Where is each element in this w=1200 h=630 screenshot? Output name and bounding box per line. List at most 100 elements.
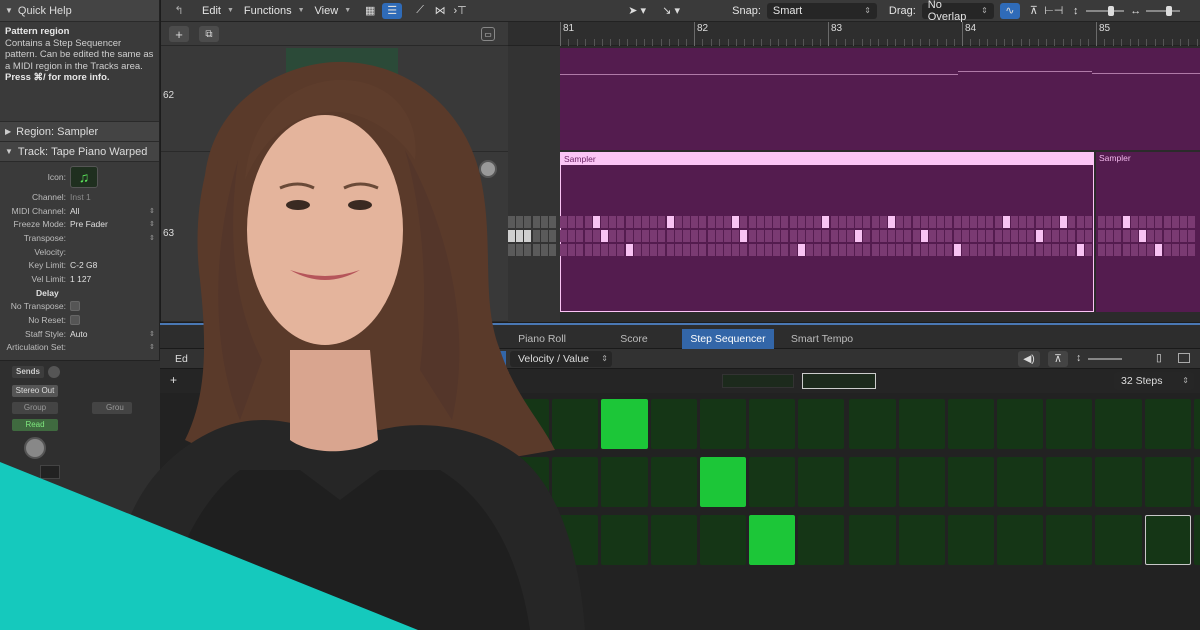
snap-select[interactable]: Smart ⇕ <box>766 2 877 19</box>
group-button[interactable]: Group <box>12 402 58 414</box>
step-pad[interactable] <box>749 399 796 449</box>
vertical-zoom-icon[interactable]: ↕ <box>1066 3 1086 19</box>
step-pad[interactable] <box>1193 399 1200 449</box>
track-param-row[interactable]: Icon: ♫ <box>0 164 159 190</box>
pattern-page-1[interactable] <box>722 374 794 388</box>
step-pad[interactable] <box>849 399 896 449</box>
step-pad[interactable] <box>552 515 599 565</box>
step-pad[interactable] <box>503 515 550 565</box>
track-param-row[interactable]: MIDI Channel: All ⇕ <box>0 204 159 218</box>
catch-icon[interactable]: ↰ <box>161 2 197 20</box>
step-pad[interactable] <box>1144 515 1191 565</box>
step-pad[interactable] <box>699 457 746 507</box>
checkbox[interactable] <box>70 301 80 312</box>
disclosure-triangle-icon[interactable]: ▼ <box>5 147 13 156</box>
step-pad[interactable] <box>1046 457 1093 507</box>
step-pad[interactable] <box>1193 515 1200 565</box>
step-pad[interactable] <box>1046 515 1093 565</box>
region-inspector-header[interactable]: ▶ Region: Sampler <box>0 122 159 142</box>
step-pad[interactable] <box>1144 457 1191 507</box>
step-pad[interactable] <box>898 457 945 507</box>
editor-tab[interactable]: Score <box>592 329 676 349</box>
vertical-fit-icon[interactable]: ⊼ <box>1024 3 1044 19</box>
step-pad[interactable] <box>1095 457 1142 507</box>
pattern-page-2[interactable] <box>802 373 876 389</box>
edit-menu-partial[interactable]: Ed <box>175 353 188 365</box>
track-volume-slider[interactable] <box>446 170 472 180</box>
music-note-icon[interactable]: ♫ <box>70 166 98 188</box>
view-menu[interactable]: View ▼ <box>310 2 357 20</box>
duplicate-track-icon[interactable]: ⧉ <box>199 26 219 42</box>
step-pad[interactable] <box>997 399 1044 449</box>
midi-region-track-62[interactable] <box>560 48 1200 150</box>
sends-knob[interactable] <box>48 366 60 378</box>
quick-help-header[interactable]: ▼ Quick Help <box>0 0 159 22</box>
automation-mode-button[interactable]: Read <box>12 419 58 431</box>
step-pad[interactable] <box>798 399 845 449</box>
global-tracks-icon[interactable]: ▭ <box>481 27 495 41</box>
step-pad[interactable] <box>1193 457 1200 507</box>
vertical-zoom-slider[interactable] <box>1088 358 1122 360</box>
horizontal-fit-icon[interactable]: ⊢⊣ <box>1044 3 1064 19</box>
track-param-row[interactable]: Freeze Mode: Pre Fader ⇕ <box>0 217 159 231</box>
step-pad[interactable] <box>699 515 746 565</box>
step-pad[interactable] <box>749 457 796 507</box>
step-pad[interactable] <box>1095 399 1142 449</box>
add-row-icon[interactable]: + <box>170 373 177 387</box>
step-pad[interactable] <box>849 457 896 507</box>
horizontal-zoom-icon[interactable]: ↔ <box>1126 3 1146 19</box>
waveform-zoom-icon[interactable]: ∿ <box>999 2 1020 19</box>
pan-knob[interactable] <box>24 437 46 459</box>
vertical-zoom-icon[interactable]: ↕ <box>1076 352 1081 364</box>
track-param-row[interactable]: No Reset: <box>0 313 159 327</box>
list-view-icon[interactable]: ☰ <box>382 2 403 19</box>
track-param-row[interactable]: Articulation Set: ⇕ <box>0 341 159 355</box>
track-pan-knob[interactable] <box>479 160 497 178</box>
pattern-name-field[interactable] <box>450 373 510 387</box>
view-toggle-icon[interactable] <box>1178 353 1190 363</box>
edit-mode-velocity-select[interactable]: Velocity / Value ⇕ <box>510 351 612 367</box>
step-pad[interactable] <box>650 457 697 507</box>
add-track-icon[interactable]: + <box>169 26 189 42</box>
step-pad[interactable] <box>997 515 1044 565</box>
track-row-62[interactable]: 62 <box>161 46 508 152</box>
track-row-63[interactable]: 63 <box>161 152 508 322</box>
step-pad[interactable] <box>503 457 550 507</box>
edit-menu[interactable]: Edit ▼ <box>197 2 239 20</box>
horizontal-zoom-slider[interactable] <box>1145 5 1180 16</box>
track-inspector-header[interactable]: ▼ Track: Tape Piano Warped <box>0 142 159 162</box>
step-pad[interactable] <box>749 515 796 565</box>
step-pad[interactable] <box>1046 399 1093 449</box>
vertical-zoom-slider[interactable] <box>1085 5 1124 16</box>
editor-tab[interactable]: Step Sequencer <box>682 329 774 349</box>
automation-curve-icon[interactable]: ⟋ <box>410 3 430 19</box>
step-pad[interactable] <box>898 515 945 565</box>
step-pad[interactable] <box>552 399 599 449</box>
disclosure-triangle-icon[interactable]: ▶ <box>5 127 11 136</box>
group-button-2[interactable]: Grou <box>92 402 132 414</box>
step-pad[interactable] <box>947 457 994 507</box>
step-pad[interactable] <box>601 399 648 449</box>
step-pad[interactable] <box>503 399 550 449</box>
grid-view-icon[interactable]: ▦ <box>360 3 380 19</box>
inspector-toggle-icon[interactable]: ▯ <box>1156 352 1162 364</box>
catch-playhead-icon[interactable]: ›⊤ <box>450 3 470 19</box>
step-pad[interactable] <box>699 399 746 449</box>
step-pad[interactable] <box>1095 515 1142 565</box>
step-pad[interactable] <box>601 515 648 565</box>
step-pad[interactable] <box>650 515 697 565</box>
track-param-row[interactable]: Staff Style: Auto ⇕ <box>0 327 159 341</box>
speaker-icon[interactable]: ◀) <box>1018 351 1040 367</box>
steps-select[interactable]: 32 Steps ⇕ <box>1114 372 1194 390</box>
pointer-tool-icon[interactable]: ➤ ▾ <box>620 3 654 19</box>
step-pad[interactable] <box>798 457 845 507</box>
step-pad[interactable] <box>947 399 994 449</box>
edit-mode-onoff[interactable]: n/Off <box>454 351 506 367</box>
step-pad[interactable] <box>849 515 896 565</box>
functions-menu[interactable]: Functions ▼ <box>239 2 310 20</box>
step-pad[interactable] <box>1144 399 1191 449</box>
flex-icon[interactable]: ⋈ <box>430 3 450 19</box>
step-pad[interactable] <box>650 399 697 449</box>
step-pad[interactable] <box>898 399 945 449</box>
track-param-row[interactable]: No Transpose: <box>0 300 159 314</box>
